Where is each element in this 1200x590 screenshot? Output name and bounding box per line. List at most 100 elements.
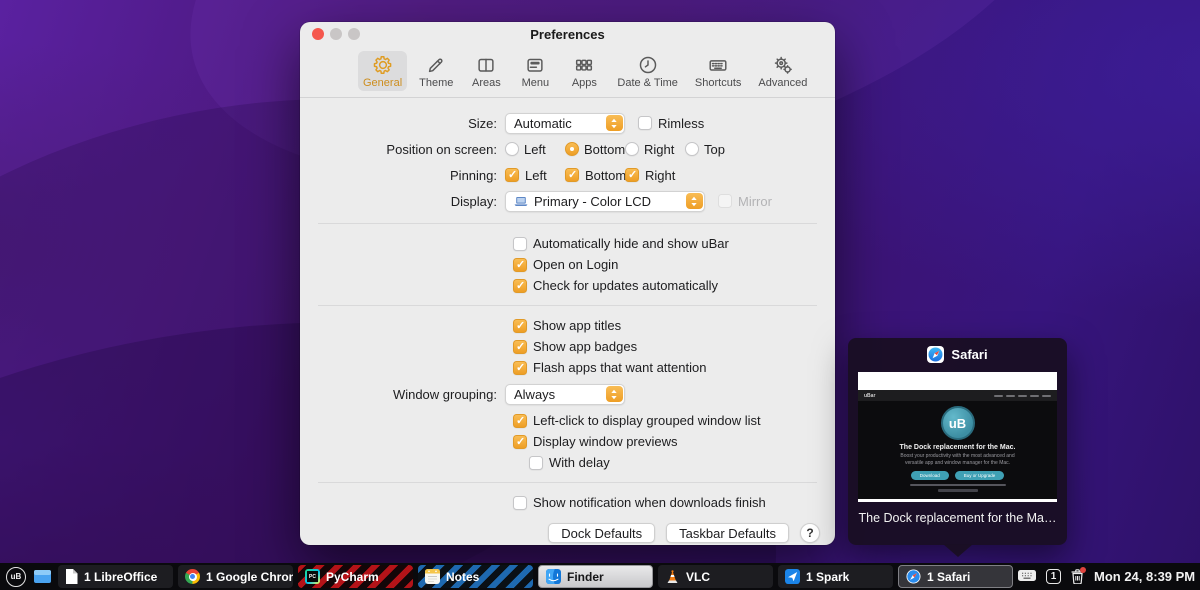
stepper-icon bbox=[686, 193, 703, 209]
desktop-icon bbox=[34, 570, 51, 583]
size-label: Size: bbox=[300, 116, 505, 131]
taskbar-app-chrome[interactable]: 1 Google Chrome bbox=[178, 565, 293, 588]
taskbar-app-safari[interactable]: 1 Safari bbox=[898, 565, 1013, 588]
trash-button[interactable] bbox=[1071, 569, 1084, 584]
flash-apps-check[interactable]: Flash apps that want attention bbox=[513, 357, 835, 378]
open-on-login-check[interactable]: Open on Login bbox=[513, 254, 835, 275]
footer-buttons: Dock Defaults Taskbar Defaults ? bbox=[300, 513, 835, 543]
tab-advanced[interactable]: Advanced bbox=[753, 51, 812, 91]
general-checkbox-group: Automatically hide and show uBar Open on… bbox=[300, 233, 835, 296]
window-grouping-label: Window grouping: bbox=[300, 387, 505, 402]
pinning-left[interactable]: Left bbox=[505, 168, 565, 183]
zoom-button[interactable] bbox=[348, 28, 360, 40]
check-label: Check for updates automatically bbox=[533, 278, 718, 293]
libreoffice-icon bbox=[65, 569, 78, 584]
checkbox-icon[interactable] bbox=[513, 435, 527, 449]
tab-theme[interactable]: Theme bbox=[414, 51, 458, 91]
preview-thumbnail[interactable]: uBar uB The Dock replacement for the Mac… bbox=[858, 372, 1057, 502]
size-row: Size: Automatic Rimless bbox=[300, 110, 835, 136]
preferences-toolbar: General Theme Areas Menu Apps Date & Tim… bbox=[300, 46, 835, 98]
with-delay-check[interactable]: With delay bbox=[529, 452, 835, 473]
divider bbox=[318, 223, 817, 224]
checkbox-icon[interactable] bbox=[625, 168, 639, 182]
checkbox-icon[interactable] bbox=[529, 456, 543, 470]
laptop-icon bbox=[514, 196, 528, 207]
titlebar[interactable]: Preferences bbox=[300, 22, 835, 46]
size-select[interactable]: Automatic bbox=[505, 113, 625, 134]
checkbox-icon[interactable] bbox=[513, 496, 527, 510]
space-indicator[interactable]: 1 bbox=[1046, 569, 1061, 584]
tab-areas[interactable]: Areas bbox=[465, 51, 507, 91]
gears-icon bbox=[772, 54, 794, 76]
size-select-value: Automatic bbox=[514, 116, 572, 131]
position-option-left[interactable]: Left bbox=[505, 142, 565, 157]
site-brand: uBar bbox=[864, 393, 875, 399]
checkbox-icon[interactable] bbox=[513, 361, 527, 375]
help-button[interactable]: ? bbox=[800, 523, 820, 543]
window-previews-check[interactable]: Display window previews bbox=[513, 431, 835, 452]
divider bbox=[318, 482, 817, 483]
checkbox-icon[interactable] bbox=[505, 168, 519, 182]
taskbar-app-notes[interactable]: Notes bbox=[418, 565, 533, 588]
tab-menu[interactable]: Menu bbox=[514, 51, 556, 91]
taskbar-defaults-button[interactable]: Taskbar Defaults bbox=[666, 523, 789, 543]
show-app-badges-check[interactable]: Show app badges bbox=[513, 336, 835, 357]
downloads-notification-check[interactable]: Show notification when downloads finish bbox=[513, 492, 835, 513]
display-label: Display: bbox=[300, 194, 505, 209]
grouping-checkbox-group: Left-click to display grouped window lis… bbox=[300, 410, 835, 473]
radio-icon[interactable] bbox=[625, 142, 639, 156]
show-app-titles-check[interactable]: Show app titles bbox=[513, 315, 835, 336]
pinning-right[interactable]: Right bbox=[625, 168, 685, 183]
checkbox-icon[interactable] bbox=[513, 340, 527, 354]
tab-general[interactable]: General bbox=[358, 51, 407, 91]
close-button[interactable] bbox=[312, 28, 324, 40]
tab-label: Shortcuts bbox=[695, 77, 741, 89]
radio-icon[interactable] bbox=[505, 142, 519, 156]
check-updates-check[interactable]: Check for updates automatically bbox=[513, 275, 835, 296]
app-label: 1 Spark bbox=[806, 570, 849, 584]
taskbar-app-vlc[interactable]: VLC bbox=[658, 565, 773, 588]
dock-defaults-button[interactable]: Dock Defaults bbox=[548, 523, 655, 543]
rimless-checkbox[interactable] bbox=[638, 116, 652, 130]
safari-window-preview[interactable]: Safari uBar uB The Dock replacement for … bbox=[848, 338, 1067, 545]
radio-icon[interactable] bbox=[685, 142, 699, 156]
position-option-bottom[interactable]: Bottom bbox=[565, 142, 625, 157]
tab-apps[interactable]: Apps bbox=[563, 51, 605, 91]
divider bbox=[318, 305, 817, 306]
position-option-top[interactable]: Top bbox=[685, 142, 745, 157]
taskbar-app-finder[interactable]: Finder bbox=[538, 565, 653, 588]
split-window-icon bbox=[475, 54, 497, 76]
minimize-button[interactable] bbox=[330, 28, 342, 40]
desktop-button[interactable] bbox=[31, 570, 53, 583]
autohide-check[interactable]: Automatically hide and show uBar bbox=[513, 233, 835, 254]
ubar-menu-button[interactable]: uB bbox=[6, 567, 26, 587]
app-label: Notes bbox=[446, 570, 479, 584]
keyboard-layout-icon[interactable] bbox=[1018, 568, 1036, 586]
check-label: Automatically hide and show uBar bbox=[533, 236, 729, 251]
tab-date-time[interactable]: Date & Time bbox=[612, 51, 683, 91]
check-label: Show notification when downloads finish bbox=[533, 495, 766, 510]
mirror-checkbox bbox=[718, 194, 732, 208]
radio-icon[interactable] bbox=[565, 142, 579, 156]
position-option-right[interactable]: Right bbox=[625, 142, 685, 157]
tab-shortcuts[interactable]: Shortcuts bbox=[690, 51, 746, 91]
pycharm-icon: PC bbox=[305, 569, 320, 584]
checkbox-icon[interactable] bbox=[513, 279, 527, 293]
pinning-bottom[interactable]: Bottom bbox=[565, 168, 625, 183]
checkbox-icon[interactable] bbox=[513, 237, 527, 251]
window-grouping-select[interactable]: Always bbox=[505, 384, 625, 405]
checkbox-icon[interactable] bbox=[565, 168, 579, 182]
checkbox-icon[interactable] bbox=[513, 258, 527, 272]
app-grid-icon bbox=[573, 54, 595, 76]
taskbar-clock[interactable]: Mon 24, 8:39 PM bbox=[1094, 569, 1200, 584]
spark-icon bbox=[785, 569, 800, 584]
clock-icon bbox=[637, 54, 659, 76]
taskbar-app-libreoffice[interactable]: 1 LibreOffice bbox=[58, 565, 173, 588]
checkbox-icon[interactable] bbox=[513, 319, 527, 333]
taskbar-app-pycharm[interactable]: PC PyCharm bbox=[298, 565, 413, 588]
left-click-group-check[interactable]: Left-click to display grouped window lis… bbox=[513, 410, 835, 431]
window-controls bbox=[312, 28, 360, 40]
checkbox-icon[interactable] bbox=[513, 414, 527, 428]
display-select[interactable]: Primary - Color LCD bbox=[505, 191, 705, 212]
taskbar-app-spark[interactable]: 1 Spark bbox=[778, 565, 893, 588]
